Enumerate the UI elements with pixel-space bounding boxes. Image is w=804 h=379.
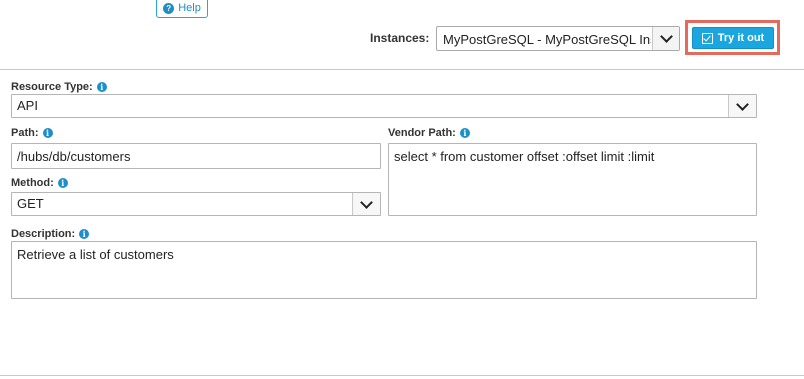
path-input[interactable]: /hubs/db/customers [11,143,381,169]
try-it-out-button[interactable]: Try it out [692,27,774,49]
resource-type-label-text: Resource Type: [11,81,93,93]
instances-selected-value: MyPostGreSQL - MyPostGreSQL Ins [443,32,651,47]
path-value: /hubs/db/customers [17,149,131,164]
help-button-label: Help [178,2,201,14]
resource-type-value: API [17,98,38,113]
try-it-out-label: Try it out [717,32,765,44]
resource-type-label: Resource Type: i [11,81,107,93]
description-label: Description: i [11,228,90,240]
instances-label: Instances: [370,31,430,45]
vendor-path-label: Vendor Path: i [388,127,470,139]
instances-select[interactable]: MyPostGreSQL - MyPostGreSQL Ins [436,26,680,51]
vendor-path-textarea[interactable]: select * from customer offset :offset li… [388,143,757,216]
path-label: Path: i [11,127,53,139]
description-textarea[interactable]: Retrieve a list of customers [11,241,757,299]
description-value: Retrieve a list of customers [17,247,174,262]
chevron-down-icon[interactable] [728,95,756,117]
vendor-path-label-text: Vendor Path: [388,127,456,139]
divider-bottom [0,375,804,376]
chevron-down-icon[interactable] [652,27,679,50]
vendor-path-value: select * from customer offset :offset li… [394,149,655,164]
description-label-text: Description: [11,228,76,240]
info-icon[interactable]: i [79,229,90,239]
try-it-out-highlight: Try it out [685,20,780,55]
path-label-text: Path: [11,127,39,139]
info-icon[interactable]: i [57,178,68,188]
method-label: Method: i [11,177,68,189]
resource-type-select[interactable]: API [11,94,757,118]
info-icon[interactable]: i [459,128,470,138]
method-select[interactable]: GET [11,192,381,216]
help-button[interactable]: ? Help [156,0,208,18]
divider-top [0,69,804,70]
info-icon[interactable]: i [42,128,53,138]
info-icon[interactable]: i [96,82,107,92]
method-label-text: Method: [11,177,54,189]
method-value: GET [17,196,44,211]
checkbox-icon [701,32,713,44]
chevron-down-icon[interactable] [352,193,380,215]
question-icon: ? [163,2,175,14]
